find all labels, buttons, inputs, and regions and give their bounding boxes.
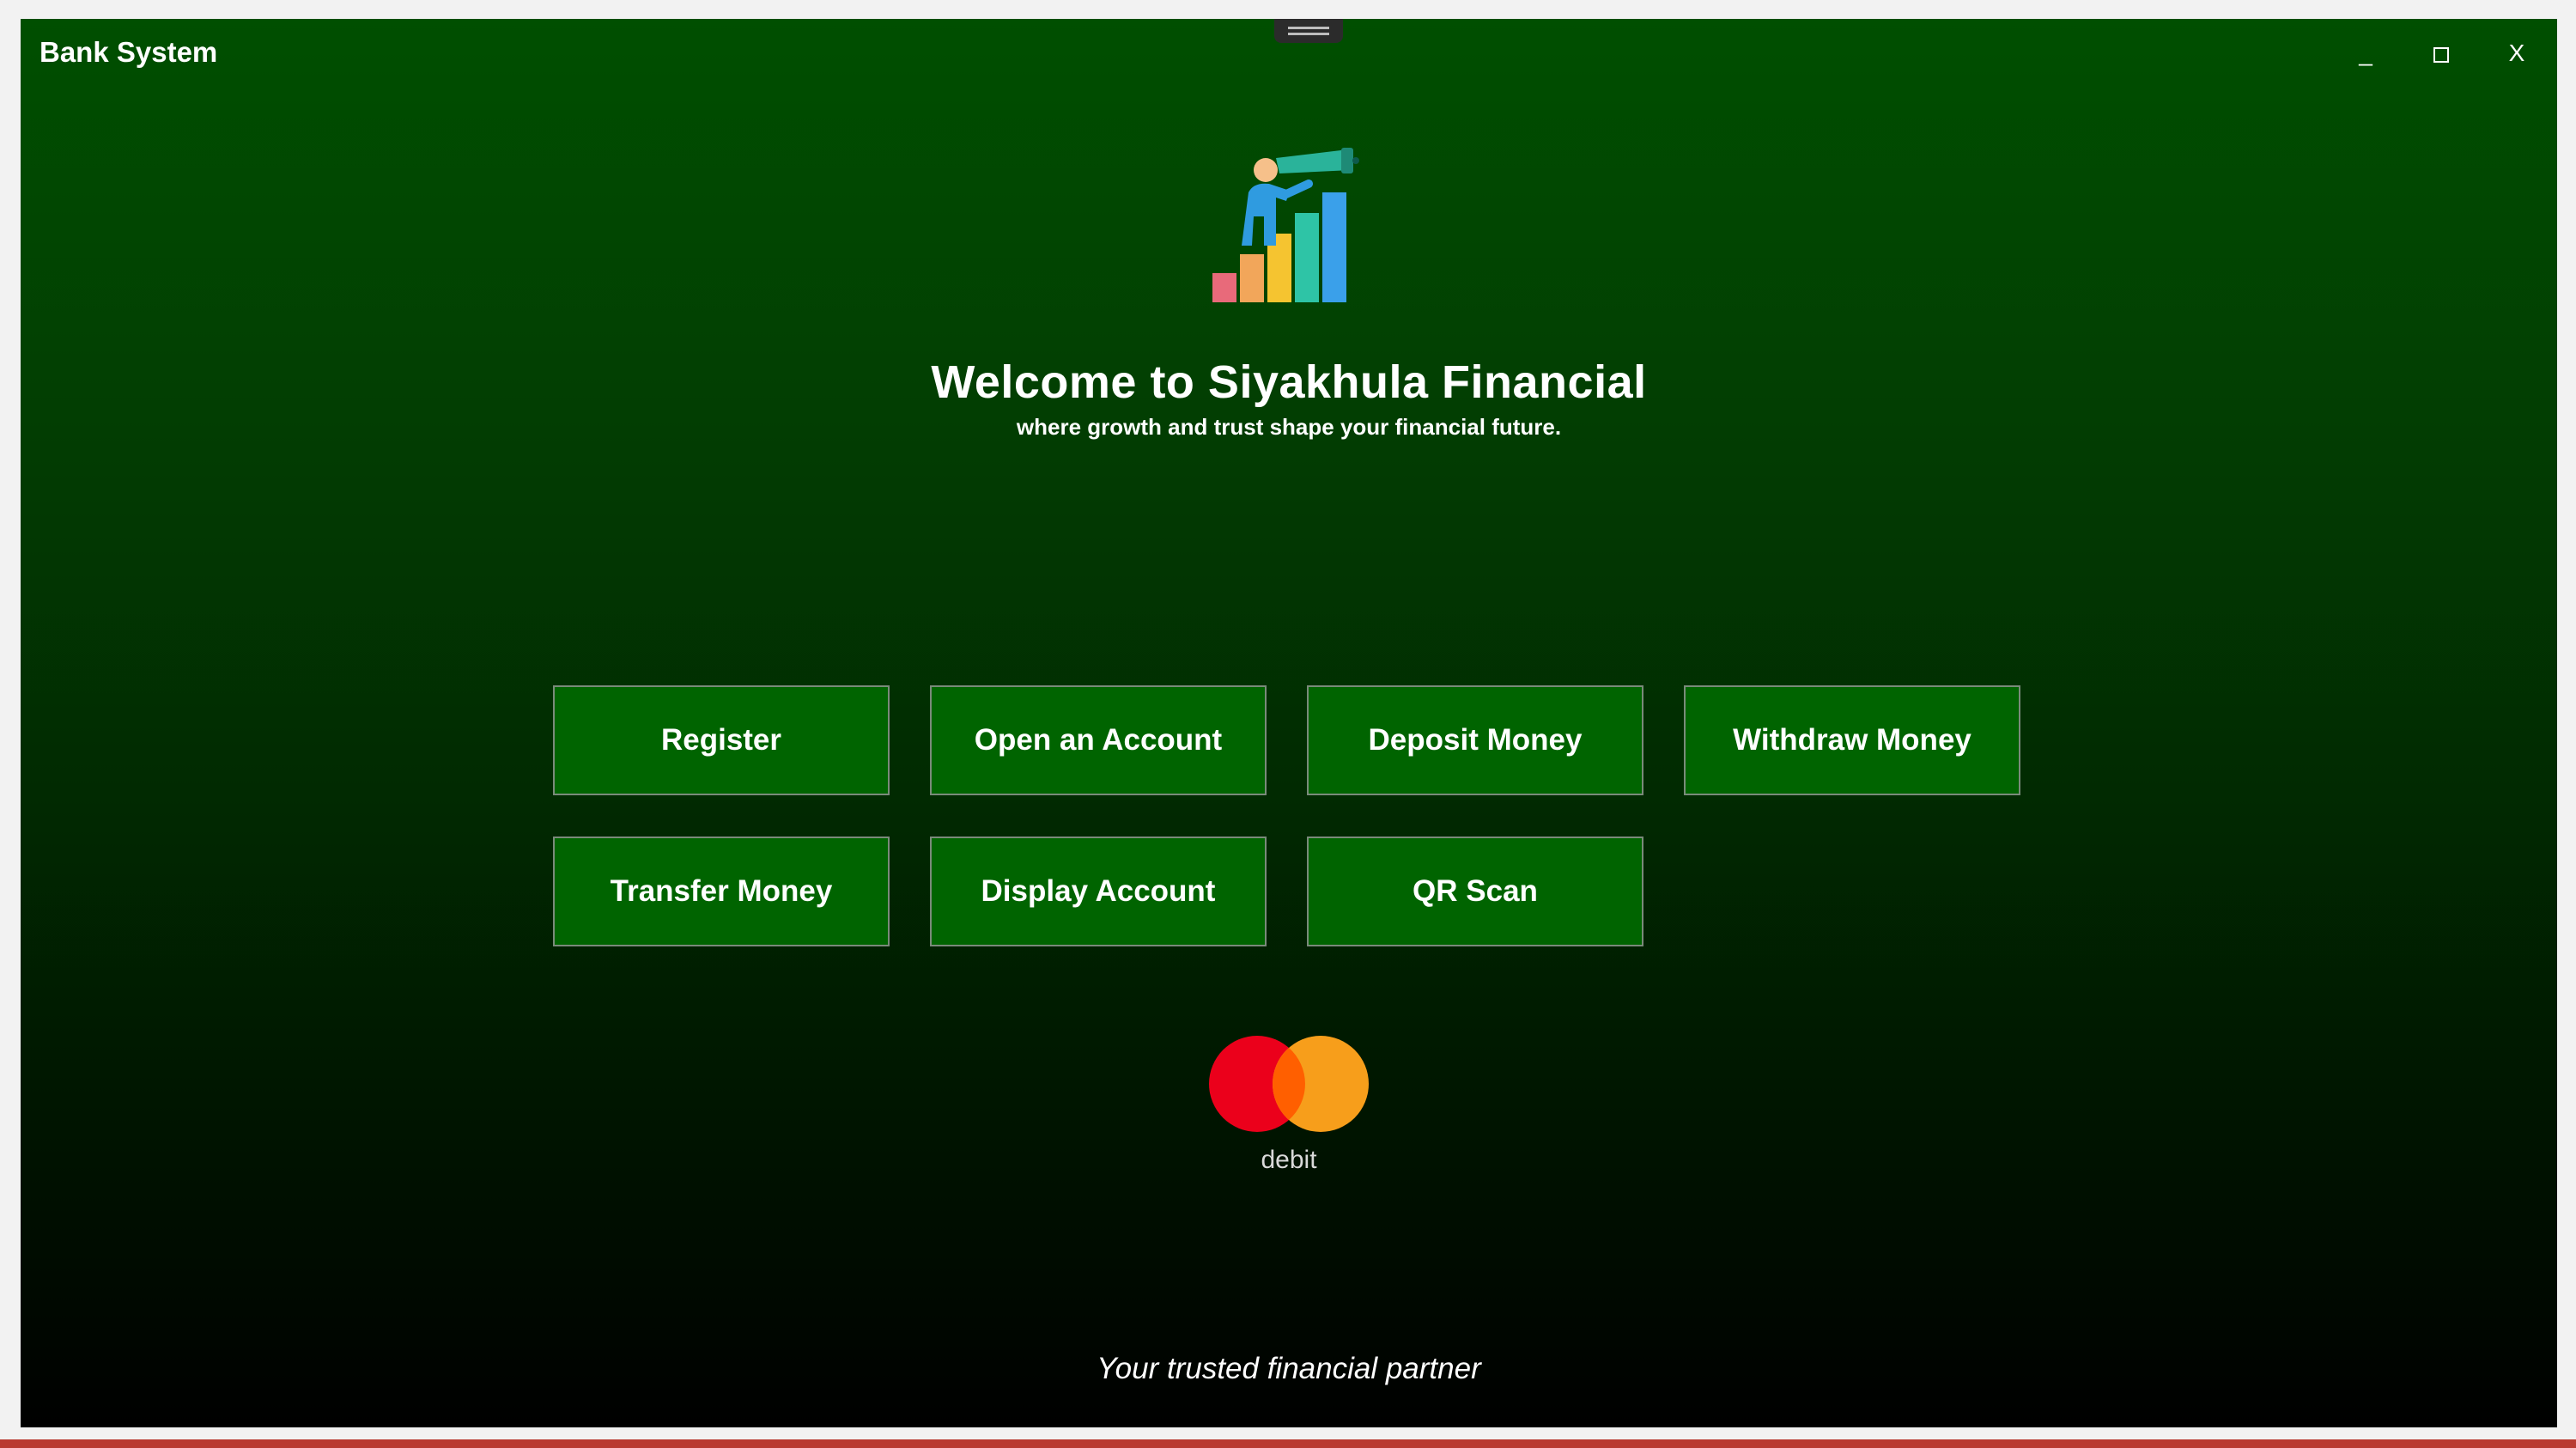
page-title: Welcome to Siyakhula Financial xyxy=(931,356,1647,408)
close-button[interactable]: X xyxy=(2495,36,2538,70)
mastercard-logo xyxy=(1209,1036,1369,1132)
withdraw-money-button[interactable]: Withdraw Money xyxy=(1684,685,2020,795)
transfer-money-button[interactable]: Transfer Money xyxy=(553,837,890,946)
window-bottom-edge xyxy=(0,1439,2576,1448)
grip-line xyxy=(1288,33,1329,35)
maximize-button[interactable] xyxy=(2420,36,2463,70)
minimize-button[interactable]: _ xyxy=(2344,36,2387,70)
qr-scan-button[interactable]: QR Scan xyxy=(1307,837,1643,946)
open-account-button[interactable]: Open an Account xyxy=(930,685,1267,795)
register-button[interactable]: Register xyxy=(553,685,890,795)
window-frame: Bank System _ X Welcome to Siyakhula Fin… xyxy=(0,0,2576,1448)
footer-tagline: Your trusted financial partner xyxy=(1097,1352,1481,1385)
page-subtitle: where growth and trust shape your financ… xyxy=(1016,414,1562,440)
window-drag-handle[interactable] xyxy=(1274,19,1343,43)
grip-line xyxy=(1288,27,1329,29)
card-type-label: debit xyxy=(1261,1146,1317,1174)
deposit-money-button[interactable]: Deposit Money xyxy=(1307,685,1643,795)
display-account-button[interactable]: Display Account xyxy=(930,837,1267,946)
app-window: Bank System _ X Welcome to Siyakhula Fin… xyxy=(21,19,2557,1427)
maximize-icon xyxy=(2433,46,2449,63)
window-title: Bank System xyxy=(39,36,218,68)
telescope-growth-chart-icon xyxy=(1212,148,1359,302)
